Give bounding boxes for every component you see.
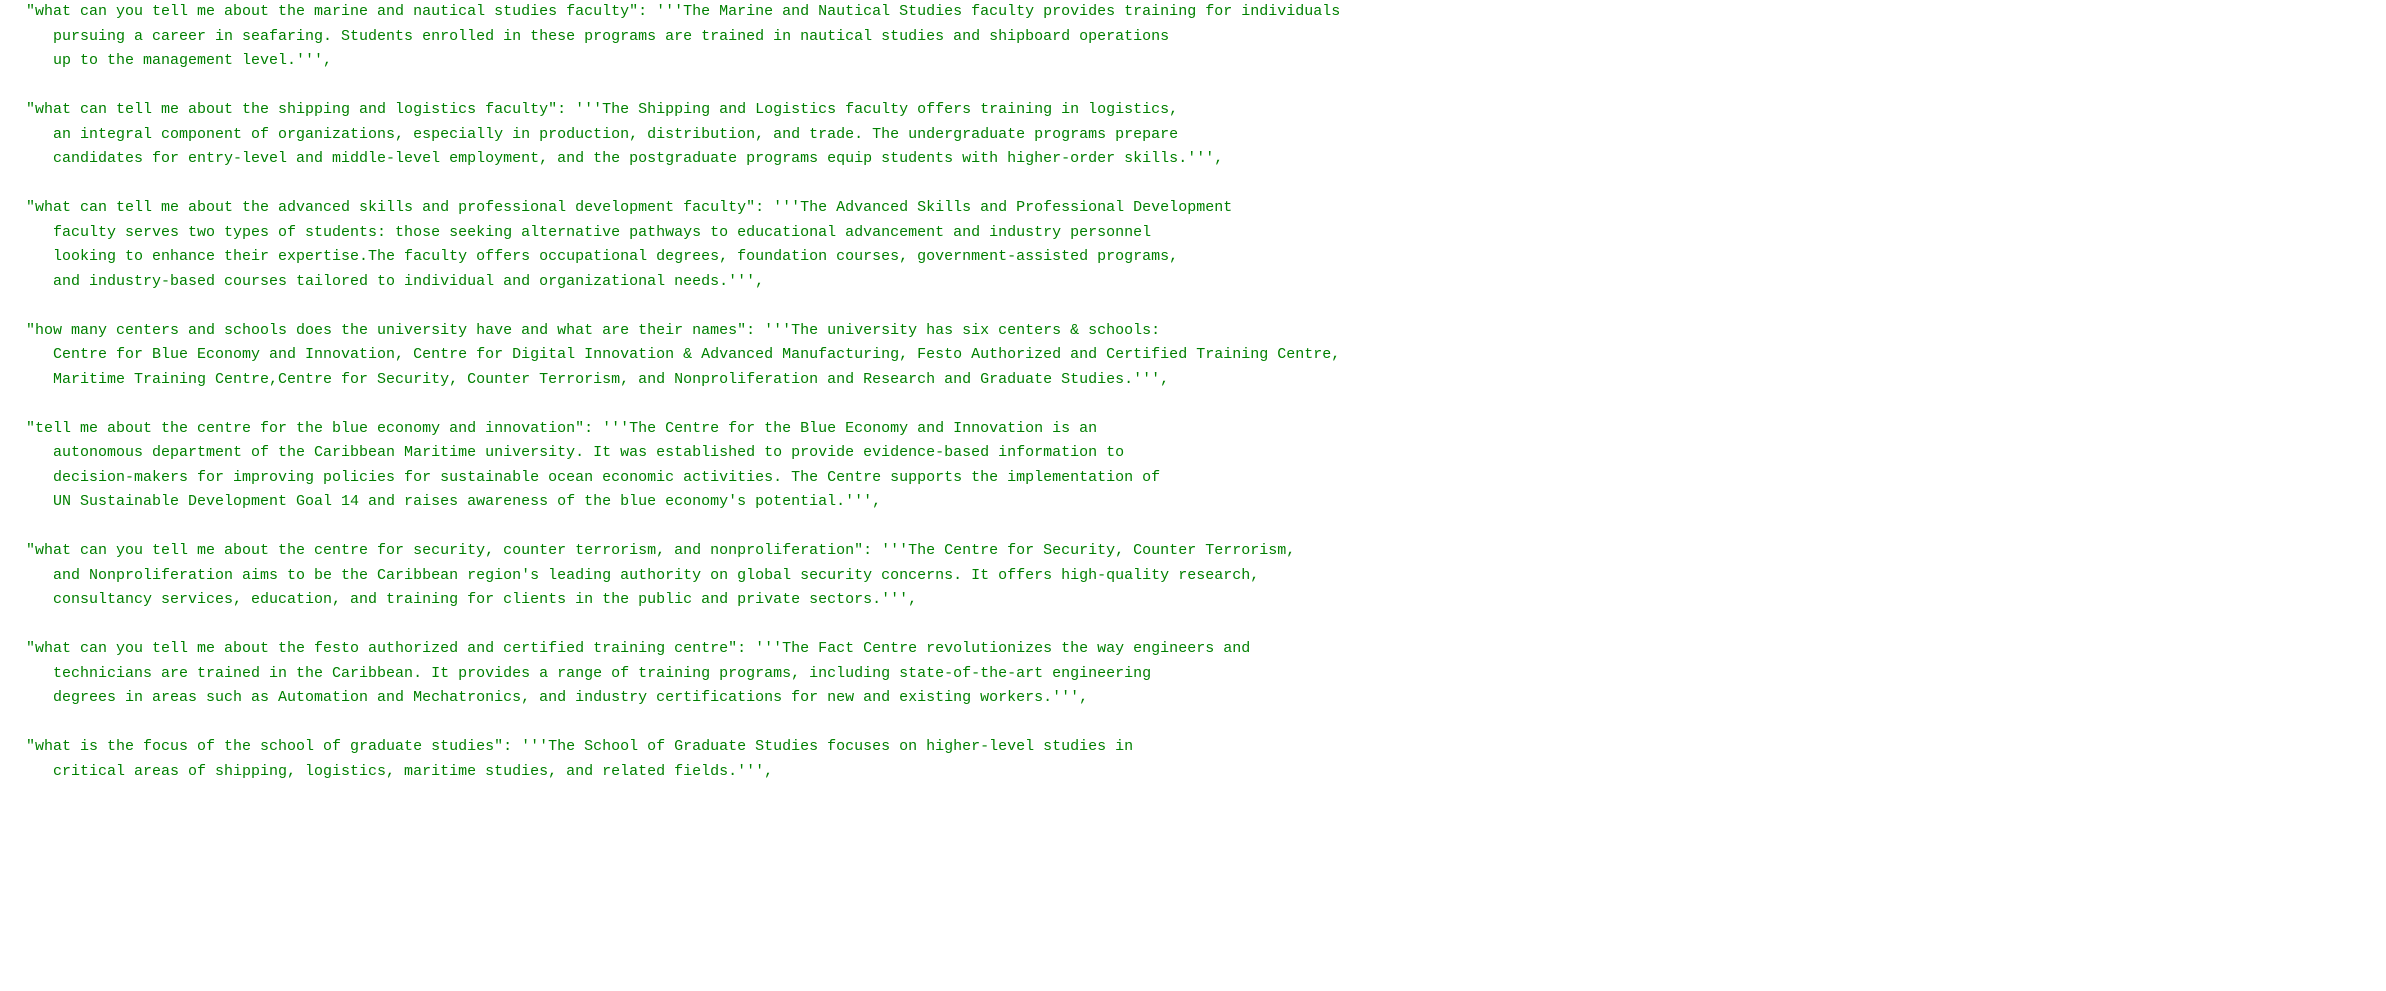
code-block: "what can you tell me about the marine a…: [0, 0, 2386, 784]
